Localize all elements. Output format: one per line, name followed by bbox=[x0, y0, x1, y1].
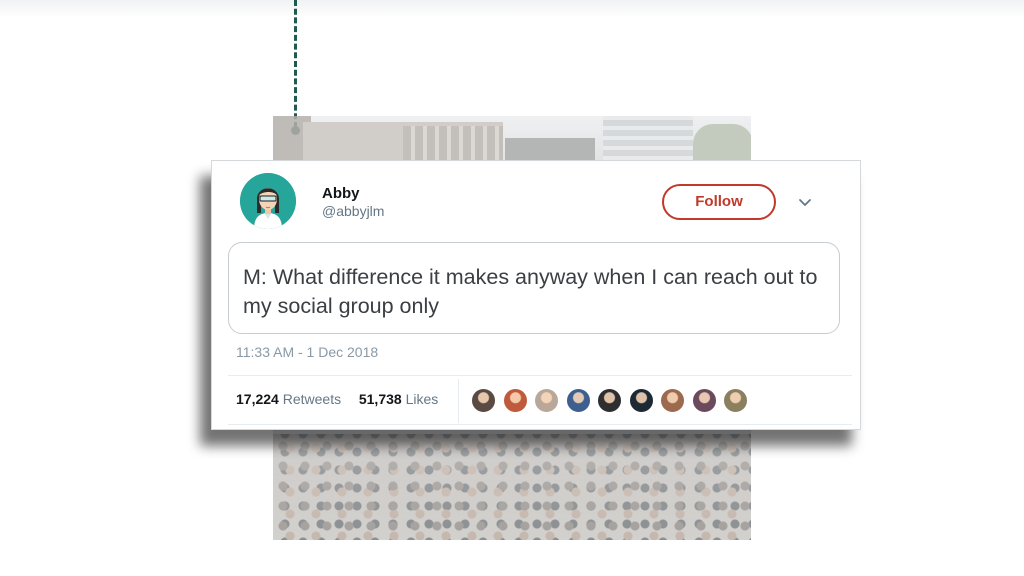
divider bbox=[228, 375, 852, 376]
liker-avatar-5[interactable] bbox=[597, 388, 622, 413]
liker-avatars bbox=[471, 388, 755, 414]
slide-canvas: Abby @abbyjlm Follow M: What difference … bbox=[0, 0, 1024, 576]
dashed-connector-line bbox=[294, 0, 297, 128]
liker-avatar-6[interactable] bbox=[628, 388, 654, 413]
retweets-label[interactable]: Retweets bbox=[283, 391, 341, 407]
author-avatar[interactable] bbox=[240, 173, 296, 229]
author-handle[interactable]: @abbyjlm bbox=[322, 203, 384, 219]
liker-avatar-9[interactable] bbox=[723, 388, 748, 413]
likes-label[interactable]: Likes bbox=[406, 391, 439, 407]
liker-avatar-8[interactable] bbox=[691, 388, 717, 413]
top-haze bbox=[0, 0, 1024, 18]
engagement-stats: 17,224 Retweets 51,738 Likes bbox=[236, 391, 438, 407]
tweet-timestamp[interactable]: 11:33 AM - 1 Dec 2018 bbox=[236, 344, 378, 360]
photo-crowd-shade bbox=[273, 434, 751, 540]
liker-avatar-3[interactable] bbox=[534, 388, 559, 413]
tweet-card: Abby @abbyjlm Follow M: What difference … bbox=[211, 160, 861, 430]
follow-button[interactable]: Follow bbox=[662, 184, 776, 220]
tweet-text-box: M: What difference it makes anyway when … bbox=[228, 242, 840, 334]
chevron-down-icon[interactable] bbox=[797, 195, 813, 211]
liker-avatar-4[interactable] bbox=[565, 388, 591, 413]
author-name[interactable]: Abby bbox=[322, 185, 360, 202]
divider bbox=[228, 424, 852, 425]
tweet-text: M: What difference it makes anyway when … bbox=[243, 265, 818, 318]
liker-avatar-2[interactable] bbox=[502, 388, 528, 413]
stats-separator bbox=[458, 379, 459, 423]
liker-avatar-7[interactable] bbox=[660, 388, 685, 413]
retweets-count[interactable]: 17,224 bbox=[236, 391, 279, 407]
woman-avatar-icon bbox=[240, 173, 296, 229]
liker-avatar-1[interactable] bbox=[471, 388, 496, 413]
likes-count[interactable]: 51,738 bbox=[359, 391, 402, 407]
